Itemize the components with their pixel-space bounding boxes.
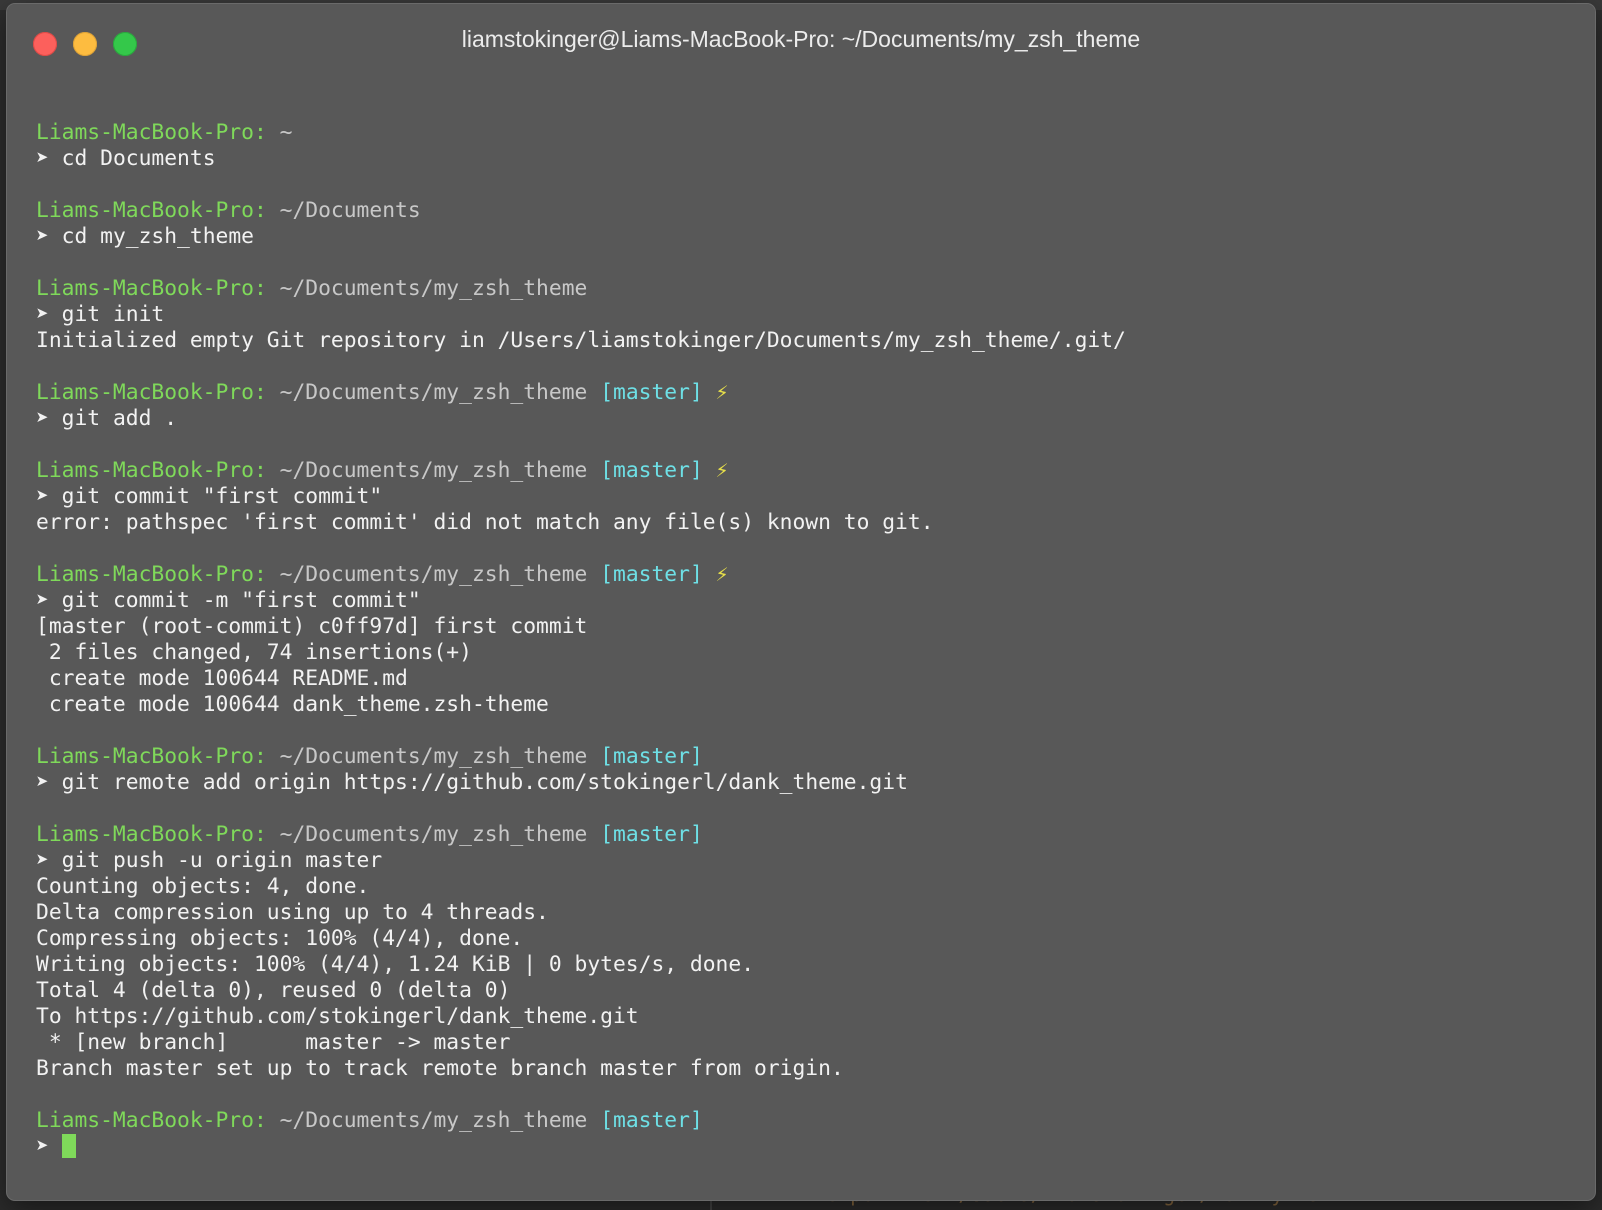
output-line: Compressing objects: 100% (4/4), done. <box>36 926 524 951</box>
prompt-line: Liams-MacBook-Pro: ~/Documents <box>36 198 1585 224</box>
prompt-host: Liams-MacBook-Pro: <box>36 276 267 301</box>
command-line: ➤ cd Documents <box>36 146 1585 172</box>
dirty-bolt-icon: ⚡ <box>715 562 729 587</box>
command-line: ➤ git init <box>36 302 1585 328</box>
command-text: git push -u origin master <box>61 848 383 873</box>
prompt-branch: [master] <box>600 380 703 405</box>
prompt-arrow-icon: ➤ <box>36 770 49 795</box>
command-text: cd my_zsh_theme <box>61 224 254 249</box>
dirty-bolt-icon: ⚡ <box>715 380 729 405</box>
prompt-branch: [master] <box>600 458 703 483</box>
command-line: ➤ git commit "first commit" <box>36 484 1585 510</box>
prompt-line: Liams-MacBook-Pro: ~/Documents/my_zsh_th… <box>36 1108 1585 1134</box>
command-line: ➤ git push -u origin master <box>36 848 1585 874</box>
command-text: git commit "first commit" <box>61 484 383 509</box>
output-line: [master (root-commit) c0ff97d] first com… <box>36 614 588 639</box>
prompt-branch: [master] <box>600 822 703 847</box>
output-line: create mode 100644 README.md <box>36 666 408 691</box>
prompt-arrow-icon: ➤ <box>36 484 49 509</box>
prompt-branch: [master] <box>600 744 703 769</box>
prompt-path: ~/Documents <box>279 198 421 223</box>
prompt-path: ~/Documents/my_zsh_theme <box>279 1108 588 1133</box>
prompt-line: Liams-MacBook-Pro: ~/Documents/my_zsh_th… <box>36 276 1585 302</box>
prompt-path: ~/Documents/my_zsh_theme <box>279 562 588 587</box>
window-title: liamstokinger@Liams-MacBook-Pro: ~/Docum… <box>461 26 1141 52</box>
prompt-host: Liams-MacBook-Pro: <box>36 744 267 769</box>
prompt-branch: [master] <box>600 562 703 587</box>
output-line: Counting objects: 4, done. <box>36 874 370 899</box>
prompt-host: Liams-MacBook-Pro: <box>36 120 267 145</box>
output-line: 2 files changed, 74 insertions(+) <box>36 640 472 665</box>
prompt-host: Liams-MacBook-Pro: <box>36 380 267 405</box>
prompt-arrow-icon: ➤ <box>36 146 49 171</box>
text-cursor[interactable] <box>61 1134 76 1158</box>
output-line: Branch master set up to track remote bra… <box>36 1056 844 1081</box>
prompt-line: Liams-MacBook-Pro: ~/Documents/my_zsh_th… <box>36 822 1585 848</box>
output-line: * [new branch] master -> master <box>36 1030 511 1055</box>
dirty-bolt-icon: ⚡ <box>715 458 729 483</box>
prompt-line: Liams-MacBook-Pro: ~/Documents/my_zsh_th… <box>36 380 1585 406</box>
prompt-arrow-icon: ➤ <box>36 1134 49 1159</box>
output-line: error: pathspec 'first commit' did not m… <box>36 510 934 535</box>
prompt-path: ~/Documents/my_zsh_theme <box>279 276 588 301</box>
prompt-line: Liams-MacBook-Pro: ~/Documents/my_zsh_th… <box>36 562 1585 588</box>
output-line: Delta compression using up to 4 threads. <box>36 900 549 925</box>
output-line: Initialized empty Git repository in /Use… <box>36 328 1126 353</box>
command-text: git commit -m "first commit" <box>61 588 421 613</box>
output-line: Writing objects: 100% (4/4), 1.24 KiB | … <box>36 952 755 977</box>
prompt-line: Liams-MacBook-Pro: ~/Documents/my_zsh_th… <box>36 744 1585 770</box>
command-text: git remote add origin https://github.com… <box>61 770 908 795</box>
title-bar[interactable]: liamstokinger@Liams-MacBook-Pro: ~/Docum… <box>7 4 1595 74</box>
prompt-arrow-icon: ➤ <box>36 302 49 327</box>
prompt-arrow-icon: ➤ <box>36 588 49 613</box>
prompt-path: ~/Documents/my_zsh_theme <box>279 822 588 847</box>
command-text: git init <box>61 302 165 327</box>
prompt-arrow-icon: ➤ <box>36 406 49 431</box>
prompt-line: Liams-MacBook-Pro: ~/Documents/my_zsh_th… <box>36 458 1585 484</box>
terminal-output[interactable]: Liams-MacBook-Pro: ~ ➤ cd Documents Liams-… <box>36 120 1585 1160</box>
command-line: ➤ git commit -m "first commit" <box>36 588 1585 614</box>
prompt-host: Liams-MacBook-Pro: <box>36 822 267 847</box>
prompt-path: ~/Documents/my_zsh_theme <box>279 458 588 483</box>
command-line[interactable]: ➤ <box>36 1134 1585 1160</box>
prompt-branch: [master] <box>600 1108 703 1133</box>
prompt-host: Liams-MacBook-Pro: <box>36 562 267 587</box>
output-line: create mode 100644 dank_theme.zsh-theme <box>36 692 549 717</box>
command-line: ➤ git remote add origin https://github.c… <box>36 770 1585 796</box>
prompt-path: ~ <box>279 120 293 145</box>
output-line: To https://github.com/stokingerl/dank_th… <box>36 1004 639 1029</box>
command-line: ➤ git add . <box>36 406 1585 432</box>
prompt-host: Liams-MacBook-Pro: <box>36 198 267 223</box>
prompt-path: ~/Documents/my_zsh_theme <box>279 744 588 769</box>
prompt-path: ~/Documents/my_zsh_theme <box>279 380 588 405</box>
prompt-host: Liams-MacBook-Pro: <box>36 458 267 483</box>
prompt-arrow-icon: ➤ <box>36 848 49 873</box>
terminal-window[interactable]: liamstokinger@Liams-MacBook-Pro: ~/Docum… <box>7 4 1595 1200</box>
prompt-arrow-icon: ➤ <box>36 224 49 249</box>
command-line: ➤ cd my_zsh_theme <box>36 224 1585 250</box>
prompt-line: Liams-MacBook-Pro: ~ <box>36 120 1585 146</box>
command-text: cd Documents <box>61 146 216 171</box>
output-line: Total 4 (delta 0), reused 0 (delta 0) <box>36 978 511 1003</box>
command-text: git add . <box>61 406 178 431</box>
prompt-host: Liams-MacBook-Pro: <box>36 1108 267 1133</box>
